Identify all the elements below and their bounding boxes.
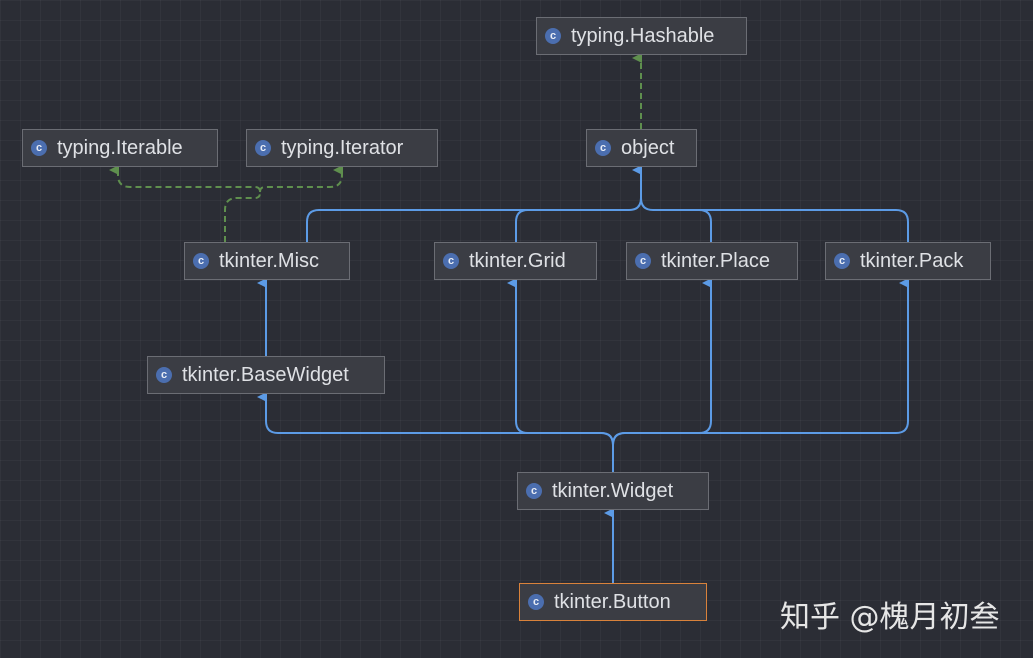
class-node-tkinter-misc[interactable]: c tkinter.Misc: [184, 242, 350, 280]
class-icon: c: [528, 594, 544, 610]
class-node-typing-hashable[interactable]: c typing.Hashable: [536, 17, 747, 55]
edge-place-object: [640, 197, 712, 242]
class-node-tkinter-place[interactable]: c tkinter.Place: [626, 242, 798, 280]
class-icon: c: [834, 253, 850, 269]
class-node-tkinter-pack[interactable]: c tkinter.Pack: [825, 242, 991, 280]
class-node-tkinter-widget[interactable]: c tkinter.Widget: [517, 472, 709, 510]
class-icon: c: [255, 140, 271, 156]
class-icon: c: [635, 253, 651, 269]
class-label: tkinter.Misc: [219, 249, 320, 272]
edge-widget-place: [612, 278, 712, 446]
class-label: tkinter.Grid: [469, 249, 566, 272]
watermark-text: 知乎 @槐月初叁: [780, 600, 1000, 635]
edge-widget-pack: [612, 278, 909, 446]
class-label: typing.Iterable: [57, 136, 183, 159]
edge-misc-object: [306, 165, 642, 242]
class-icon: c: [193, 253, 209, 269]
class-node-tkinter-button[interactable]: c tkinter.Button: [519, 583, 707, 621]
class-label: object: [621, 136, 675, 159]
class-label: typing.Hashable: [571, 24, 715, 47]
class-label: tkinter.Pack: [860, 249, 964, 272]
class-label: tkinter.Place: [661, 249, 770, 272]
class-node-object[interactable]: c object: [586, 129, 697, 167]
class-label: typing.Iterator: [281, 136, 404, 159]
class-icon: c: [443, 253, 459, 269]
class-hierarchy-diagram: c typing.Hashable c typing.Iterable c ty…: [0, 0, 1033, 658]
class-icon: c: [545, 28, 561, 44]
class-node-typing-iterator[interactable]: c typing.Iterator: [246, 129, 438, 167]
class-icon: c: [526, 483, 542, 499]
class-icon: c: [31, 140, 47, 156]
class-icon: c: [595, 140, 611, 156]
edge-pack-object: [653, 209, 909, 242]
class-label: tkinter.Widget: [552, 479, 674, 502]
edge-grid-object: [515, 209, 629, 242]
edge-widget-grid: [507, 278, 614, 446]
edge-misc-iterator: [259, 165, 343, 193]
inheritance-edges: [109, 53, 909, 583]
class-icon: c: [156, 367, 172, 383]
class-node-typing-iterable[interactable]: c typing.Iterable: [22, 129, 218, 167]
class-label: tkinter.Button: [554, 590, 671, 613]
class-node-tkinter-basewidget[interactable]: c tkinter.BaseWidget: [147, 356, 385, 394]
edge-misc-iterable: [109, 165, 261, 242]
class-label: tkinter.BaseWidget: [182, 363, 349, 386]
class-node-tkinter-grid[interactable]: c tkinter.Grid: [434, 242, 597, 280]
edge-widget-basewidget: [257, 392, 614, 472]
